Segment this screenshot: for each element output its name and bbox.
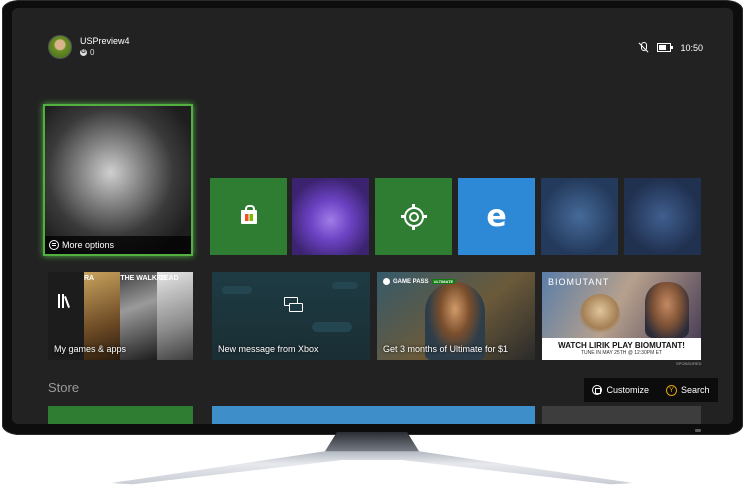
biomutant-ad-tile[interactable]: BIOMUTANT WATCH LIRIK PLAY BIOMUTANT! TU… — [542, 272, 701, 360]
sponsored-label: SPONSORED — [676, 361, 702, 366]
gamertag: USPreview4 — [80, 36, 130, 46]
game-pass-tile[interactable]: GAME PASS ULTIMATE Get 3 months of Ultim… — [377, 272, 535, 360]
edge-browser-tile[interactable]: e — [458, 178, 535, 255]
new-message-tile[interactable]: New message from Xbox — [212, 272, 370, 360]
settings-tile[interactable] — [375, 178, 452, 255]
game-cover: FO — [156, 272, 193, 360]
user-profile[interactable]: USPreview4 G 0 — [48, 35, 130, 59]
avatar[interactable] — [48, 35, 72, 59]
gear-icon — [400, 203, 427, 230]
xbox-home-screen: USPreview4 G 0 10:50 More options e RA T… — [12, 8, 733, 424]
store-section-heading: Store — [48, 380, 80, 395]
customize-button[interactable]: Customize — [592, 385, 649, 395]
store-icon — [240, 204, 257, 224]
store-tile-peek[interactable] — [212, 406, 535, 424]
more-options-label: More options — [62, 240, 115, 250]
message-icon — [284, 297, 303, 312]
action-bar: Customize Y Search — [584, 378, 718, 402]
view-button-icon — [592, 385, 603, 395]
store-tile[interactable] — [210, 178, 287, 255]
game-pass-badge: GAME PASS ULTIMATE — [383, 278, 456, 285]
status-bar: 10:50 — [638, 42, 703, 53]
clock: 10:50 — [680, 42, 703, 53]
ad-art — [580, 294, 620, 336]
ad-title: BIOMUTANT — [548, 277, 610, 287]
hero-tile[interactable]: More options — [43, 104, 193, 256]
tile-label: My games & apps — [54, 344, 127, 354]
tv-frame: USPreview4 G 0 10:50 More options e RA T… — [2, 0, 743, 435]
more-options-icon — [49, 240, 59, 250]
my-games-apps-tile[interactable]: RA THE WALK DEAD FO My games & apps — [48, 272, 193, 360]
store-tile-peek[interactable] — [48, 406, 193, 424]
tile-label: Get 3 months of Ultimate for $1 — [383, 344, 509, 354]
tv-stand-base — [78, 451, 666, 488]
pinned-tile-blue-2[interactable] — [624, 178, 701, 255]
gamerscore-icon: G — [80, 49, 87, 56]
battery-icon — [657, 43, 674, 52]
ad-banner: WATCH LIRIK PLAY BIOMUTANT! TUNE IN MAY … — [542, 338, 701, 360]
gamerscore: G 0 — [80, 47, 130, 58]
pinned-tile-purple[interactable] — [292, 178, 369, 255]
power-led — [695, 429, 701, 432]
gamerscore-value: 0 — [90, 48, 95, 57]
ad-streamer — [645, 282, 689, 338]
library-icon — [58, 294, 74, 308]
store-tile-peek[interactable] — [542, 406, 701, 424]
search-button[interactable]: Y Search — [665, 384, 710, 396]
edge-icon: e — [486, 198, 507, 234]
tile-label: New message from Xbox — [218, 344, 319, 354]
xbox-icon — [383, 278, 390, 285]
mic-muted-icon — [638, 42, 648, 53]
more-options-bar[interactable]: More options — [45, 236, 191, 254]
y-button-icon: Y — [665, 384, 677, 396]
pinned-tile-blue-1[interactable] — [541, 178, 618, 255]
